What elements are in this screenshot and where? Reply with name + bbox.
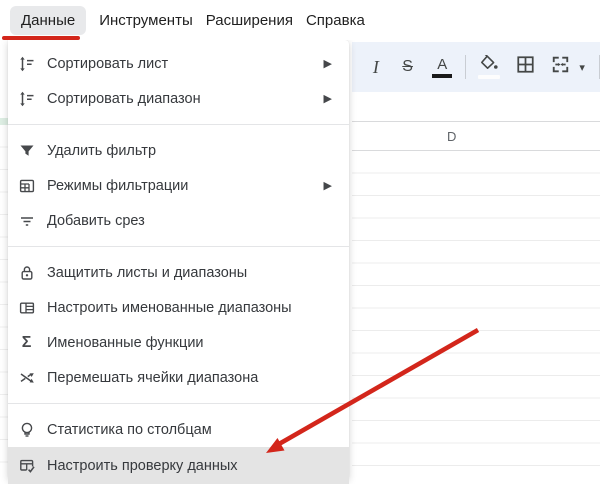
fill-color-swatch bbox=[478, 75, 500, 79]
text-color-button[interactable]: A bbox=[429, 56, 455, 78]
sigma-icon: Σ bbox=[17, 333, 36, 352]
strikethrough-icon: S bbox=[402, 58, 413, 76]
menu-item-column-stats[interactable]: Статистика по столбцам bbox=[8, 412, 349, 447]
gridline-rows bbox=[0, 125, 8, 480]
menubar-item-tools[interactable]: Инструменты bbox=[99, 6, 193, 35]
menu-item-label: Статистика по столбцам bbox=[47, 422, 212, 438]
sort-icon bbox=[17, 89, 36, 108]
filter-views-icon bbox=[17, 176, 36, 195]
column-header-d[interactable]: D bbox=[447, 129, 456, 144]
named-ranges-icon bbox=[17, 298, 36, 317]
borders-button[interactable] bbox=[514, 54, 538, 80]
lock-icon bbox=[17, 263, 36, 282]
slicer-icon bbox=[17, 211, 36, 230]
sort-icon bbox=[17, 54, 36, 73]
submenu-arrow-icon: ▶ bbox=[324, 92, 332, 105]
fill-color-button[interactable] bbox=[475, 55, 503, 79]
menubar-item-help[interactable]: Справка bbox=[306, 6, 365, 35]
fill-color-icon bbox=[479, 55, 499, 75]
menu-divider bbox=[8, 246, 349, 247]
italic-icon: I bbox=[373, 57, 379, 78]
shuffle-icon bbox=[17, 368, 36, 387]
menu-item-label: Сортировать диапазон bbox=[47, 91, 201, 107]
menu-item-label: Режимы фильтрации bbox=[47, 178, 188, 194]
menubar-item-data[interactable]: Данные bbox=[10, 6, 86, 35]
menu-item-label: Удалить фильтр bbox=[47, 143, 156, 159]
data-validation-icon bbox=[17, 456, 36, 475]
formula-bar-strip bbox=[352, 92, 600, 122]
merge-cells-dropdown[interactable]: ▾ bbox=[575, 61, 589, 74]
menu-item-named-ranges[interactable]: Настроить именованные диапазоны bbox=[8, 290, 349, 325]
submenu-arrow-icon: ▶ bbox=[324, 179, 332, 192]
red-underline-annotation bbox=[2, 36, 80, 40]
menubar-item-extensions[interactable]: Расширения bbox=[206, 6, 293, 35]
filter-icon bbox=[17, 141, 36, 160]
menu-item-named-functions[interactable]: Σ Именованные функции bbox=[8, 325, 349, 360]
text-color-icon: A bbox=[437, 56, 447, 73]
menu-divider bbox=[8, 124, 349, 125]
menu-bar: Данные Инструменты Расширения Справка bbox=[0, 0, 600, 40]
column-header-row[interactable]: D bbox=[352, 122, 600, 151]
sheet-left-sliver bbox=[0, 40, 8, 480]
menu-item-protect-sheets[interactable]: Защитить листы и диапазоны bbox=[8, 255, 349, 290]
menu-item-label: Сортировать лист bbox=[47, 56, 168, 72]
italic-button[interactable]: I bbox=[366, 57, 386, 78]
menu-divider bbox=[8, 403, 349, 404]
merge-cells-button[interactable] bbox=[548, 54, 572, 80]
data-menu-dropdown: Сортировать лист ▶ Сортировать диапазон … bbox=[8, 40, 349, 480]
lightbulb-icon bbox=[17, 420, 36, 439]
menu-item-label: Настроить именованные диапазоны bbox=[47, 300, 292, 316]
dropdown-caret-icon: ▾ bbox=[579, 61, 585, 74]
sheet-grid[interactable] bbox=[352, 151, 600, 480]
menu-item-remove-filter[interactable]: Удалить фильтр bbox=[8, 133, 349, 168]
menu-item-label: Именованные функции bbox=[47, 335, 204, 351]
menu-item-add-slicer[interactable]: Добавить срез bbox=[8, 203, 349, 238]
spreadsheet-pane: D bbox=[352, 92, 600, 480]
merge-cells-icon bbox=[550, 54, 571, 80]
menu-item-randomize-range[interactable]: Перемешать ячейки диапазона bbox=[8, 360, 349, 395]
menu-item-filter-views[interactable]: Режимы фильтрации ▶ bbox=[8, 168, 349, 203]
toolbar-divider bbox=[465, 55, 466, 79]
text-color-swatch bbox=[432, 74, 452, 78]
strikethrough-button[interactable]: S bbox=[396, 58, 420, 76]
menu-item-label: Настроить проверку данных bbox=[47, 458, 238, 474]
menu-item-sort-range[interactable]: Сортировать диапазон ▶ bbox=[8, 81, 349, 116]
borders-icon bbox=[515, 54, 536, 80]
menu-item-label: Добавить срез bbox=[47, 213, 145, 229]
formatting-toolbar: I S A bbox=[352, 42, 600, 92]
menu-item-sort-sheet[interactable]: Сортировать лист ▶ bbox=[8, 46, 349, 81]
menu-item-label: Перемешать ячейки диапазона bbox=[47, 370, 258, 386]
submenu-arrow-icon: ▶ bbox=[324, 57, 332, 70]
menu-item-data-validation[interactable]: Настроить проверку данных bbox=[8, 447, 349, 484]
menu-item-label: Защитить листы и диапазоны bbox=[47, 265, 247, 281]
